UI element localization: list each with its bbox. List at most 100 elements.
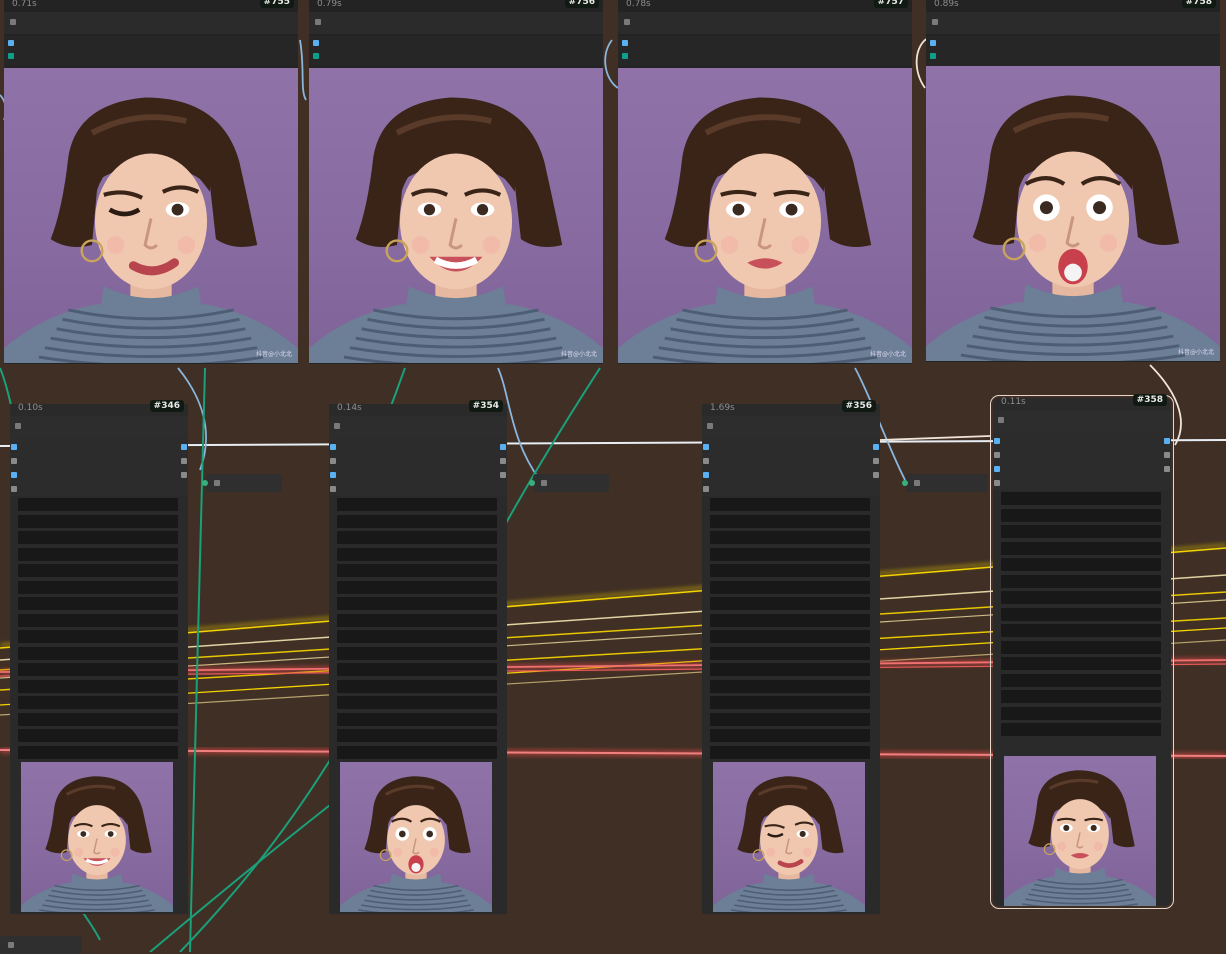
collapse-square-icon[interactable] [15,423,21,429]
output-port-icon[interactable] [500,444,506,450]
parameter-slider[interactable] [710,613,870,627]
expression-editor-node[interactable]: 1.69s #356 [702,400,880,914]
parameter-slider[interactable] [337,613,497,627]
output-port-icon[interactable] [181,472,187,478]
output-port-icon[interactable] [1164,452,1170,458]
parameter-slider[interactable] [18,580,178,594]
parameter-slider[interactable] [337,729,497,742]
parameter-slider[interactable] [710,564,870,577]
node-title-bar[interactable] [702,416,880,438]
parameter-slider[interactable] [1001,558,1161,571]
parameter-slider[interactable] [710,696,870,709]
parameter-slider[interactable] [337,745,497,759]
parameter-slider[interactable] [710,531,870,544]
collapse-square-icon[interactable] [932,19,938,25]
image-input-port-icon[interactable] [8,40,14,46]
output-port-icon[interactable] [181,458,187,464]
input-port-icon[interactable] [330,444,336,450]
image-input-port-icon[interactable] [622,40,628,46]
parameter-slider[interactable] [1001,607,1161,621]
parameter-slider[interactable] [337,630,497,643]
parameter-slider[interactable] [1001,591,1161,604]
input-port-icon[interactable] [11,472,17,478]
parameter-slider[interactable] [1001,574,1161,588]
parameter-slider[interactable] [337,547,497,561]
collapse-square-icon[interactable] [334,423,340,429]
parameter-slider[interactable] [337,663,497,676]
parameter-slider[interactable] [710,630,870,643]
parameter-slider[interactable] [337,514,497,528]
parameter-slider[interactable] [1001,624,1161,637]
parameter-slider[interactable] [710,547,870,561]
preview-image-node[interactable]: 0.89s #758 抖音@小北北 [926,0,1220,362]
parameter-slider[interactable] [710,679,870,693]
preview-image-node[interactable]: 0.71s #755 抖音@小北北 [4,0,298,364]
node-title-bar[interactable] [993,410,1171,432]
input-port-icon[interactable] [994,452,1000,458]
parameter-slider[interactable] [18,531,178,544]
collapse-square-icon[interactable] [914,480,920,486]
output-port-icon[interactable] [873,444,879,450]
expression-editor-node[interactable]: 0.11s #358 [990,394,1174,909]
parameter-slider[interactable] [18,712,178,726]
parameter-slider[interactable] [1001,690,1161,703]
parameter-slider[interactable] [337,531,497,544]
parameter-slider[interactable] [710,498,870,511]
reroute-dot-icon[interactable] [902,480,908,486]
node-title-bar[interactable] [618,12,912,34]
parameter-slider[interactable] [18,745,178,759]
image-input-port-icon[interactable] [930,40,936,46]
output-port-icon[interactable] [500,472,506,478]
collapse-square-icon[interactable] [10,19,16,25]
parameter-slider[interactable] [1001,492,1161,505]
parameter-slider[interactable] [18,630,178,643]
output-port-icon[interactable] [873,458,879,464]
parameter-slider[interactable] [1001,541,1161,555]
input-port-icon[interactable] [11,458,17,464]
input-port-icon[interactable] [11,486,17,492]
parameter-slider[interactable] [18,564,178,577]
parameter-slider[interactable] [1001,723,1161,736]
parameter-slider[interactable] [710,580,870,594]
parameter-slider[interactable] [337,498,497,511]
parameter-slider[interactable] [18,597,178,610]
parameter-slider[interactable] [1001,657,1161,670]
collapse-square-icon[interactable] [541,480,547,486]
parameter-slider[interactable] [18,498,178,511]
collapse-square-icon[interactable] [998,417,1004,423]
input-port-icon[interactable] [703,458,709,464]
parameter-slider[interactable] [18,613,178,627]
parameter-slider[interactable] [710,663,870,676]
parameter-slider[interactable] [710,514,870,528]
parameter-slider[interactable] [337,679,497,693]
collapse-square-icon[interactable] [707,423,713,429]
collapse-square-icon[interactable] [8,942,14,948]
parameter-slider[interactable] [18,679,178,693]
parameter-slider[interactable] [337,580,497,594]
reroute-node-2[interactable] [529,474,609,492]
input-port-icon[interactable] [994,438,1000,444]
node-title-bar[interactable] [4,12,298,34]
parameter-slider[interactable] [710,597,870,610]
output-port-icon[interactable] [1164,466,1170,472]
input-port-icon[interactable] [330,458,336,464]
image-input-port-icon[interactable] [313,40,319,46]
parameter-slider[interactable] [337,646,497,660]
collapse-square-icon[interactable] [214,480,220,486]
parameter-slider[interactable] [1001,673,1161,687]
expression-editor-node[interactable]: 0.14s #354 [329,400,507,914]
input-port-icon[interactable] [994,480,1000,486]
expression-editor-node[interactable]: 0.10s #346 [10,400,188,914]
parameter-slider[interactable] [1001,640,1161,654]
input-port-icon[interactable] [994,466,1000,472]
input-port-icon[interactable] [8,53,14,59]
parameter-slider[interactable] [337,597,497,610]
parameter-slider[interactable] [710,729,870,742]
collapse-square-icon[interactable] [624,19,630,25]
parameter-slider[interactable] [18,514,178,528]
preview-image-node[interactable]: 0.79s #756 抖音@小北北 [309,0,603,364]
parameter-slider[interactable] [18,646,178,660]
input-port-icon[interactable] [330,486,336,492]
parameter-slider[interactable] [337,564,497,577]
node-title-bar[interactable] [329,416,507,438]
